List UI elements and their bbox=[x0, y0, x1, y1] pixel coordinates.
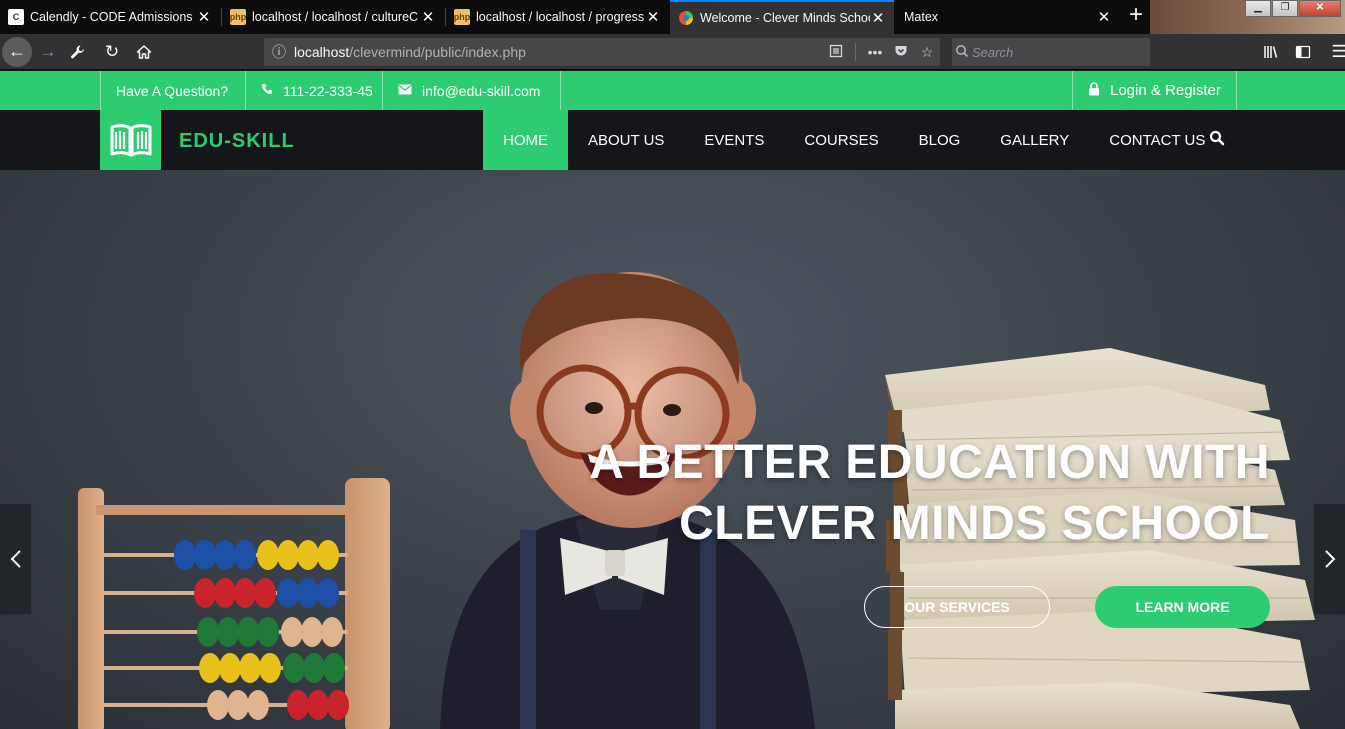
wrench-icon[interactable] bbox=[64, 38, 92, 66]
our-services-button[interactable]: OUR SERVICES bbox=[864, 586, 1050, 628]
hero-slider: A BETTER EDUCATION WITH CLEVER MINDS SCH… bbox=[0, 170, 1345, 729]
primary-nav: HOME ABOUT US EVENTS COURSES BLOG GALLER… bbox=[483, 110, 1225, 170]
browser-tab-culture[interactable]: php localhost / localhost / cultureC ✕ bbox=[222, 0, 444, 34]
phone-icon bbox=[261, 83, 273, 98]
tab-close-icon[interactable]: ✕ bbox=[870, 9, 886, 27]
phone-number: 111-22-333-45 bbox=[283, 82, 373, 99]
tab-title: localhost / localhost / cultureC bbox=[252, 10, 419, 24]
login-register-link[interactable]: Login & Register bbox=[1072, 71, 1237, 110]
window-titlebar-background: ▁ ❐ ✕ bbox=[1150, 0, 1345, 34]
browser-tab-calendly[interactable]: C Calendly - CODE Admissions ✕ bbox=[0, 0, 220, 34]
phpmyadmin-favicon-icon: php bbox=[454, 9, 470, 25]
browser-search-box[interactable] bbox=[952, 38, 1150, 66]
reader-view-icon[interactable] bbox=[823, 44, 849, 61]
slider-next-arrow-icon[interactable] bbox=[1314, 504, 1345, 614]
tab-close-icon[interactable]: ✕ bbox=[1096, 8, 1112, 26]
hero-headline: A BETTER EDUCATION WITH CLEVER MINDS SCH… bbox=[589, 436, 1270, 550]
library-icon[interactable] bbox=[1257, 38, 1285, 66]
url-text[interactable]: localhost/clevermind/public/index.php bbox=[294, 44, 823, 60]
browser-tab-strip: C Calendly - CODE Admissions ✕ php local… bbox=[0, 0, 1345, 34]
tab-title: Welcome - Clever Minds School bbox=[700, 11, 870, 25]
page-actions-icon[interactable]: ••• bbox=[862, 44, 888, 60]
nav-events[interactable]: EVENTS bbox=[684, 110, 784, 170]
open-book-icon bbox=[110, 124, 151, 157]
tab-close-icon[interactable]: ✕ bbox=[196, 8, 212, 26]
email-contact[interactable]: info@edu-skill.com bbox=[382, 71, 555, 110]
question-text: Have A Question? bbox=[100, 71, 243, 110]
home-icon[interactable] bbox=[130, 38, 158, 66]
nav-gallery[interactable]: GALLERY bbox=[980, 110, 1089, 170]
browser-tab-progress[interactable]: php localhost / localhost / progress ✕ bbox=[446, 0, 669, 34]
restore-window-icon[interactable]: ❐ bbox=[1272, 0, 1298, 17]
calendly-favicon-icon: C bbox=[8, 9, 24, 25]
search-icon bbox=[952, 44, 972, 61]
nav-blog[interactable]: BLOG bbox=[899, 110, 981, 170]
new-tab-icon[interactable]: + bbox=[1124, 2, 1148, 30]
bookmark-star-icon[interactable]: ☆ bbox=[914, 44, 940, 61]
nav-about-us[interactable]: ABOUT US bbox=[568, 110, 684, 170]
brand-name[interactable]: EDU-SKILL bbox=[179, 130, 295, 153]
hamburger-menu-icon[interactable]: ☰ bbox=[1325, 38, 1345, 66]
lock-icon bbox=[1088, 82, 1100, 99]
pocket-icon[interactable] bbox=[888, 44, 914, 61]
search-icon[interactable] bbox=[1209, 130, 1229, 150]
tab-title: localhost / localhost / progress bbox=[476, 10, 645, 24]
site-topbar: Have A Question? 111-22-333-45 info@edu-… bbox=[0, 71, 1345, 110]
sidebar-toggle-icon[interactable] bbox=[1289, 38, 1317, 66]
phone-contact[interactable]: 111-22-333-45 bbox=[245, 71, 388, 110]
url-bar[interactable]: ⓘ localhost/clevermind/public/index.php … bbox=[264, 38, 940, 66]
tab-title: Matex bbox=[904, 10, 939, 24]
forward-arrow-icon[interactable]: → bbox=[34, 38, 62, 66]
nav-contact-us[interactable]: CONTACT US bbox=[1089, 110, 1225, 170]
abacus-illustration bbox=[78, 478, 390, 729]
site-favicon-icon bbox=[678, 10, 694, 26]
close-window-icon[interactable]: ✕ bbox=[1299, 0, 1341, 17]
phpmyadmin-favicon-icon: php bbox=[230, 9, 246, 25]
browser-tab-welcome[interactable]: Welcome - Clever Minds School ✕ bbox=[670, 0, 894, 34]
login-register-label: Login & Register bbox=[1110, 82, 1221, 99]
browser-toolbar: ← → ↻ ⓘ localhost/clevermind/public/inde… bbox=[0, 34, 1345, 70]
nav-courses[interactable]: COURSES bbox=[784, 110, 898, 170]
tab-title: Calendly - CODE Admissions bbox=[30, 10, 193, 24]
site-logo[interactable] bbox=[100, 110, 161, 170]
page-info-icon[interactable]: ⓘ bbox=[264, 42, 294, 62]
minimize-window-icon[interactable]: ▁ bbox=[1245, 0, 1271, 17]
nav-home[interactable]: HOME bbox=[483, 110, 568, 170]
browser-tab-matex[interactable]: Matex ✕ bbox=[896, 0, 1120, 34]
back-arrow-icon[interactable]: ← bbox=[2, 37, 32, 67]
tab-close-icon[interactable]: ✕ bbox=[420, 8, 436, 26]
envelope-icon bbox=[398, 83, 412, 98]
tab-close-icon[interactable]: ✕ bbox=[645, 8, 661, 26]
learn-more-button[interactable]: LEARN MORE bbox=[1095, 586, 1270, 628]
browser-search-input[interactable] bbox=[972, 44, 1150, 60]
slider-prev-arrow-icon[interactable] bbox=[0, 504, 31, 614]
main-navbar: EDU-SKILL HOME ABOUT US EVENTS COURSES B… bbox=[0, 110, 1345, 170]
email-address: info@edu-skill.com bbox=[422, 82, 541, 99]
reload-icon[interactable]: ↻ bbox=[98, 38, 126, 66]
